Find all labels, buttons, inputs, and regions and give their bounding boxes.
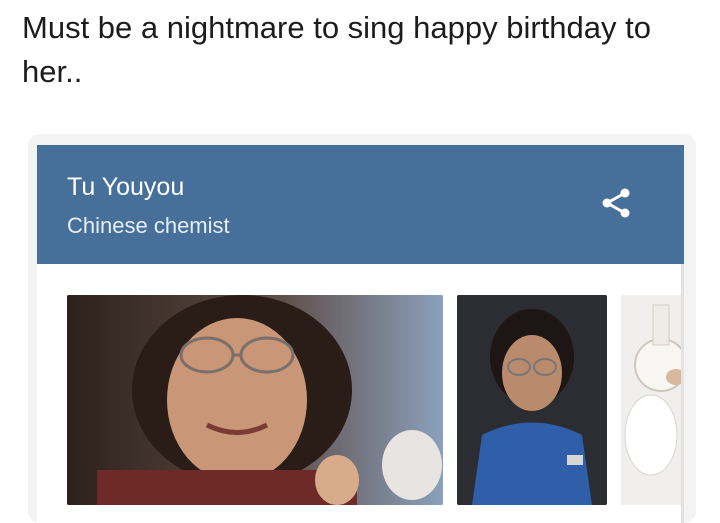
- knowledge-panel: Tu Youyou Chinese chemist: [37, 145, 684, 523]
- image-thumbnail-2[interactable]: [457, 295, 607, 505]
- image-thumbnail-3[interactable]: [621, 295, 684, 505]
- post-caption: Must be a nightmare to sing happy birthd…: [22, 10, 651, 89]
- share-icon[interactable]: [597, 183, 637, 223]
- panel-scroll-edge: [681, 264, 684, 523]
- entity-title[interactable]: Tu Youyou: [67, 173, 184, 202]
- image-thumbnail-1[interactable]: [67, 295, 443, 505]
- entity-subtitle: Chinese chemist: [67, 213, 230, 238]
- knowledge-panel-header: Tu Youyou Chinese chemist: [37, 145, 684, 264]
